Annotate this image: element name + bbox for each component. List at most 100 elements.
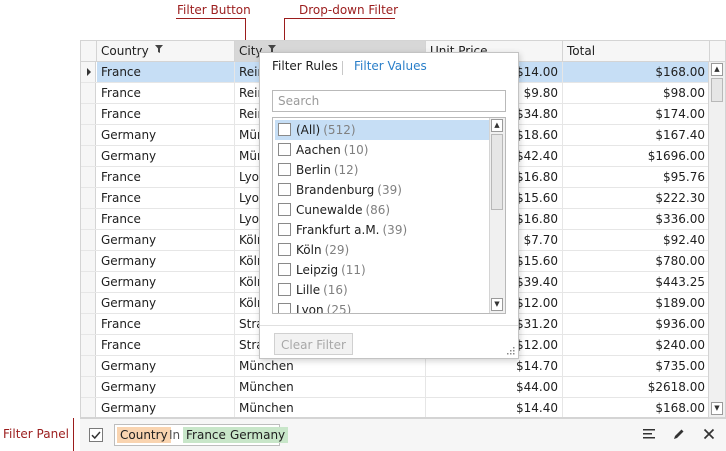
- list-scroll-up-icon[interactable]: ▲: [491, 119, 503, 132]
- cell-total[interactable]: $443.25: [563, 272, 710, 292]
- row-indicator[interactable]: [81, 125, 96, 145]
- cell-country[interactable]: Germany: [97, 125, 235, 145]
- edit-pencil-icon[interactable]: [672, 427, 686, 441]
- row-indicator[interactable]: [81, 146, 96, 166]
- cell-total[interactable]: $92.40: [563, 230, 710, 250]
- clear-filter-button[interactable]: Clear Filter: [274, 333, 353, 355]
- value-checkbox[interactable]: [278, 243, 291, 256]
- row-indicator[interactable]: [81, 272, 96, 292]
- cell-country[interactable]: France: [97, 83, 235, 103]
- value-checkbox[interactable]: [278, 283, 291, 296]
- list-item[interactable]: Berlin (12): [275, 160, 489, 180]
- value-checkbox[interactable]: [278, 143, 291, 156]
- row-indicator[interactable]: [81, 335, 96, 355]
- list-scroll-down-icon[interactable]: ▼: [491, 298, 503, 311]
- cell-country[interactable]: Germany: [97, 356, 235, 376]
- value-checkbox[interactable]: [278, 163, 291, 176]
- column-header-total[interactable]: Total: [563, 41, 710, 61]
- filter-field-chip[interactable]: Country: [117, 427, 171, 443]
- cell-country[interactable]: France: [97, 188, 235, 208]
- cell-total[interactable]: $222.30: [563, 188, 710, 208]
- cell-total[interactable]: $735.00: [563, 356, 710, 376]
- filter-funnel-icon[interactable]: [154, 44, 163, 53]
- cell-total[interactable]: $240.00: [563, 335, 710, 355]
- list-item[interactable]: Lyon (25): [275, 300, 489, 313]
- filter-list-scrollbar[interactable]: ▲ ▼: [489, 118, 505, 313]
- row-indicator[interactable]: [81, 377, 96, 397]
- filter-value-chip[interactable]: Germany: [227, 427, 289, 443]
- cell-total[interactable]: $1696.00: [563, 146, 710, 166]
- clear-filter-close-icon[interactable]: [702, 427, 716, 441]
- cell-unit-price[interactable]: $14.40: [426, 398, 563, 417]
- filter-value-chip[interactable]: France: [183, 427, 229, 443]
- resize-grip-icon[interactable]: [507, 347, 515, 355]
- row-indicator[interactable]: [81, 104, 96, 124]
- cell-total[interactable]: $98.00: [563, 83, 710, 103]
- tab-filter-rules[interactable]: Filter Rules: [272, 59, 338, 73]
- cell-total[interactable]: $336.00: [563, 209, 710, 229]
- cell-total[interactable]: $95.76: [563, 167, 710, 187]
- row-indicator[interactable]: [81, 356, 96, 376]
- cell-country[interactable]: France: [97, 335, 235, 355]
- row-indicator[interactable]: [81, 209, 96, 229]
- cell-country[interactable]: Germany: [97, 293, 235, 313]
- cell-total[interactable]: $2618.00: [563, 377, 710, 397]
- cell-unit-price[interactable]: $14.70: [426, 356, 563, 376]
- value-checkbox[interactable]: [278, 203, 291, 216]
- scroll-down-icon[interactable]: ▼: [711, 402, 723, 415]
- cell-country[interactable]: France: [97, 314, 235, 334]
- list-item[interactable]: Köln (29): [275, 240, 489, 260]
- cell-country[interactable]: Germany: [97, 251, 235, 271]
- row-indicator[interactable]: [81, 398, 96, 417]
- filter-operator[interactable]: In: [166, 427, 183, 443]
- value-checkbox[interactable]: [278, 303, 291, 313]
- cell-country[interactable]: France: [97, 167, 235, 187]
- column-header-country[interactable]: Country: [97, 41, 235, 61]
- value-checkbox[interactable]: [278, 123, 291, 136]
- row-indicator[interactable]: [81, 251, 96, 271]
- cell-total[interactable]: $167.40: [563, 125, 710, 145]
- row-indicator[interactable]: [81, 62, 96, 82]
- cell-total[interactable]: $189.00: [563, 293, 710, 313]
- scroll-up-icon[interactable]: ▲: [711, 63, 723, 76]
- cell-country[interactable]: Germany: [97, 377, 235, 397]
- cell-city[interactable]: München: [235, 377, 426, 397]
- row-indicator[interactable]: [81, 230, 96, 250]
- value-checkbox[interactable]: [278, 263, 291, 276]
- value-checkbox[interactable]: [278, 223, 291, 236]
- row-indicator[interactable]: [81, 293, 96, 313]
- value-checkbox[interactable]: [278, 183, 291, 196]
- cell-total[interactable]: $168.00: [563, 398, 710, 417]
- filter-search-input[interactable]: [272, 90, 506, 112]
- cell-unit-price[interactable]: $44.00: [426, 377, 563, 397]
- row-indicator[interactable]: [81, 167, 96, 187]
- list-item[interactable]: Frankfurt a.M. (39): [275, 220, 489, 240]
- filter-editor-menu-icon[interactable]: [642, 427, 656, 441]
- cell-city[interactable]: München: [235, 356, 426, 376]
- cell-country[interactable]: France: [97, 209, 235, 229]
- cell-total[interactable]: $168.00: [563, 62, 710, 82]
- list-item[interactable]: Cunewalde (86): [275, 200, 489, 220]
- row-indicator[interactable]: [81, 83, 96, 103]
- scroll-thumb[interactable]: [711, 78, 723, 102]
- list-item[interactable]: Brandenburg (39): [275, 180, 489, 200]
- tab-filter-values[interactable]: Filter Values: [354, 59, 427, 73]
- cell-country[interactable]: Germany: [97, 272, 235, 292]
- grid-vertical-scrollbar[interactable]: ▲ ▼: [708, 62, 725, 417]
- table-row[interactable]: Germany München $14.40 $168.00: [81, 398, 725, 417]
- table-row[interactable]: Germany München $14.70 $735.00: [81, 356, 725, 377]
- list-scroll-thumb[interactable]: [491, 134, 503, 210]
- cell-total[interactable]: $936.00: [563, 314, 710, 334]
- list-item[interactable]: Leipzig (11): [275, 260, 489, 280]
- table-row[interactable]: Germany München $44.00 $2618.00: [81, 377, 725, 398]
- cell-country[interactable]: France: [97, 104, 235, 124]
- cell-country[interactable]: Germany: [97, 146, 235, 166]
- cell-country[interactable]: Germany: [97, 398, 235, 417]
- row-indicator[interactable]: [81, 188, 96, 208]
- cell-total[interactable]: $780.00: [563, 251, 710, 271]
- filter-enable-checkbox[interactable]: [89, 428, 103, 442]
- list-item[interactable]: (All) (512): [275, 120, 489, 140]
- cell-city[interactable]: München: [235, 398, 426, 417]
- list-item[interactable]: Lille (16): [275, 280, 489, 300]
- filter-criteria[interactable]: Country In France Germany: [114, 424, 289, 446]
